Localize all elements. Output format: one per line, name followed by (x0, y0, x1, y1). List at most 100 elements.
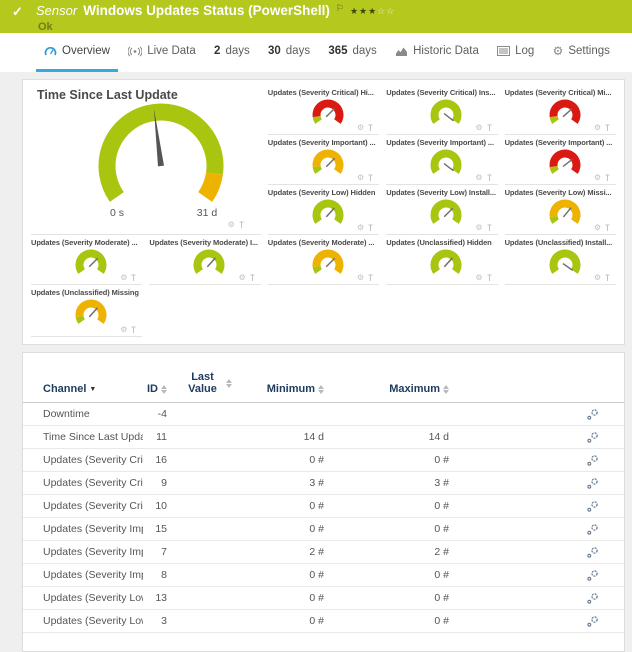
channel-gauge: Updates (Severity Important) ... ⚙ (268, 135, 379, 185)
gauge-gear-icon[interactable]: ⚙ (357, 274, 364, 282)
gauge-needle (326, 108, 335, 117)
gauge-gear-icon[interactable]: ⚙ (475, 224, 482, 232)
pin-icon[interactable] (486, 124, 493, 132)
gauge-title: Updates (Unclassified) Hidden (386, 235, 497, 247)
pin-icon[interactable] (367, 174, 374, 182)
channel-minimum: 0 # (247, 592, 324, 604)
channel-id: 10 (143, 500, 167, 512)
channel-settings-icon[interactable] (577, 431, 599, 444)
tab-historic-data[interactable]: Historic Data (387, 33, 487, 72)
gauge-title: Updates (Severity Important) ... (386, 135, 497, 147)
flag-icon[interactable]: ⚐ (336, 1, 344, 16)
pin-icon[interactable] (486, 274, 493, 282)
channel-id: 8 (143, 569, 167, 581)
pin-icon[interactable] (486, 174, 493, 182)
channel-settings-icon[interactable] (577, 477, 599, 490)
channel-settings-icon[interactable] (577, 500, 599, 513)
channel-settings-icon[interactable] (577, 408, 599, 421)
tab-30-days[interactable]: 30 days (260, 33, 318, 72)
gauge-gear-icon[interactable]: ⚙ (475, 274, 482, 282)
gauge-gear-icon[interactable]: ⚙ (357, 124, 364, 132)
tab-settings[interactable]: ⚙ Settings (545, 33, 618, 72)
column-header-minimum[interactable]: Minimum (247, 383, 324, 395)
pin-icon[interactable] (367, 224, 374, 232)
gauge-grid: Time Since Last Update0 s31 d⚙Updates (S… (23, 80, 624, 337)
gauge-gear-icon[interactable]: ⚙ (228, 221, 235, 229)
gauge-gear-icon[interactable]: ⚙ (475, 124, 482, 132)
column-header-id[interactable]: ID (143, 383, 167, 395)
tab-number: 30 (268, 45, 281, 57)
channel-gauge: Updates (Severity Low) Missi...⚙ (505, 185, 616, 235)
gauge-gear-icon[interactable]: ⚙ (594, 124, 601, 132)
gauge-gear-icon[interactable]: ⚙ (594, 274, 601, 282)
channel-minimum: 0 # (247, 454, 324, 466)
pin-icon[interactable] (367, 124, 374, 132)
channel-id: 11 (143, 431, 167, 443)
gauge-needle (563, 264, 573, 271)
sort-both-icon (443, 385, 449, 394)
tab-2-days[interactable]: 2 days (206, 33, 258, 72)
channel-settings-icon[interactable] (577, 523, 599, 536)
gauge-min-label: 0 s (110, 207, 124, 219)
channel-settings-icon[interactable] (577, 546, 599, 559)
gauge-gear-icon[interactable]: ⚙ (357, 174, 364, 182)
channel-settings-icon[interactable] (577, 454, 599, 467)
table-header-row: Channel▼IDLast ValueMinimumMaximum (23, 371, 624, 403)
channel-settings-icon[interactable] (577, 592, 599, 605)
channel-gauge: Updates (Severity Moderate) ... ⚙ (31, 235, 142, 285)
tab-365-days[interactable]: 365 days (320, 33, 384, 72)
sort-both-icon (226, 379, 232, 388)
table-row: Updates (Severity Critic...160 #0 # (23, 449, 624, 472)
tab-live-data[interactable]: Live Data (120, 33, 204, 72)
pin-icon[interactable] (249, 274, 256, 282)
tab-label: Historic Data (413, 45, 479, 57)
column-header-channel[interactable]: Channel▼ (43, 383, 143, 395)
pin-icon[interactable] (130, 274, 137, 282)
channel-gauge: Updates (Severity Low) Install...⚙ (386, 185, 497, 235)
channels-table: Channel▼IDLast ValueMinimumMaximumDownti… (23, 353, 624, 633)
channel-settings-icon[interactable] (577, 615, 599, 628)
pin-icon[interactable] (604, 274, 611, 282)
gauge-title: Updates (Severity Important) ... (268, 135, 379, 147)
pin-icon[interactable] (604, 224, 611, 232)
channel-id: 15 (143, 523, 167, 535)
live-signal-icon (128, 46, 142, 57)
tab-overview[interactable]: Overview (36, 33, 118, 72)
tab-log[interactable]: Log (489, 33, 542, 72)
column-header-maximum[interactable]: Maximum (324, 383, 449, 395)
tab-label: days (353, 45, 377, 57)
pin-icon[interactable] (486, 224, 493, 232)
gauge-gear-icon[interactable]: ⚙ (120, 274, 127, 282)
sensor-header: ✓ Sensor Windows Updates Status (PowerSh… (0, 0, 632, 33)
channel-name: Updates (Severity Low) ... (43, 592, 143, 604)
channel-gauge: Updates (Severity Moderate) I...⚙ (149, 235, 260, 285)
table-row: Updates (Severity Impo...72 #2 # (23, 541, 624, 564)
gauge-title: Updates (Severity Moderate) ... (31, 235, 142, 247)
table-row: Updates (Severity Impo...80 #0 # (23, 564, 624, 587)
gauge-needle (326, 208, 334, 217)
pin-icon[interactable] (238, 221, 245, 229)
channel-maximum: 0 # (324, 500, 449, 512)
gauge-needle (326, 158, 335, 167)
priority-stars[interactable]: ★★★☆☆ (350, 4, 395, 19)
gauge-gear-icon[interactable]: ⚙ (594, 174, 601, 182)
gauge-needle (563, 109, 572, 117)
gauge-needle (444, 208, 453, 217)
channel-gauge: Updates (Unclassified) Install...⚙ (505, 235, 616, 285)
sensor-status-badge: Ok (38, 21, 632, 33)
pin-icon[interactable] (604, 124, 611, 132)
channel-maximum: 0 # (324, 592, 449, 604)
pin-icon[interactable] (604, 174, 611, 182)
pin-icon[interactable] (130, 326, 137, 334)
table-row: Updates (Severity Impo...150 #0 # (23, 518, 624, 541)
gauge-gear-icon[interactable]: ⚙ (357, 224, 364, 232)
pin-icon[interactable] (367, 274, 374, 282)
channel-gauge: Updates (Severity Moderate) ...⚙ (268, 235, 379, 285)
gauge-gear-icon[interactable]: ⚙ (594, 224, 601, 232)
gauge-gear-icon[interactable]: ⚙ (475, 174, 482, 182)
gauge-gear-icon[interactable]: ⚙ (239, 274, 246, 282)
column-header-last-value[interactable]: Last Value (167, 371, 247, 395)
gauge-gear-icon[interactable]: ⚙ (120, 326, 127, 334)
channel-settings-icon[interactable] (577, 569, 599, 582)
channel-maximum: 0 # (324, 454, 449, 466)
